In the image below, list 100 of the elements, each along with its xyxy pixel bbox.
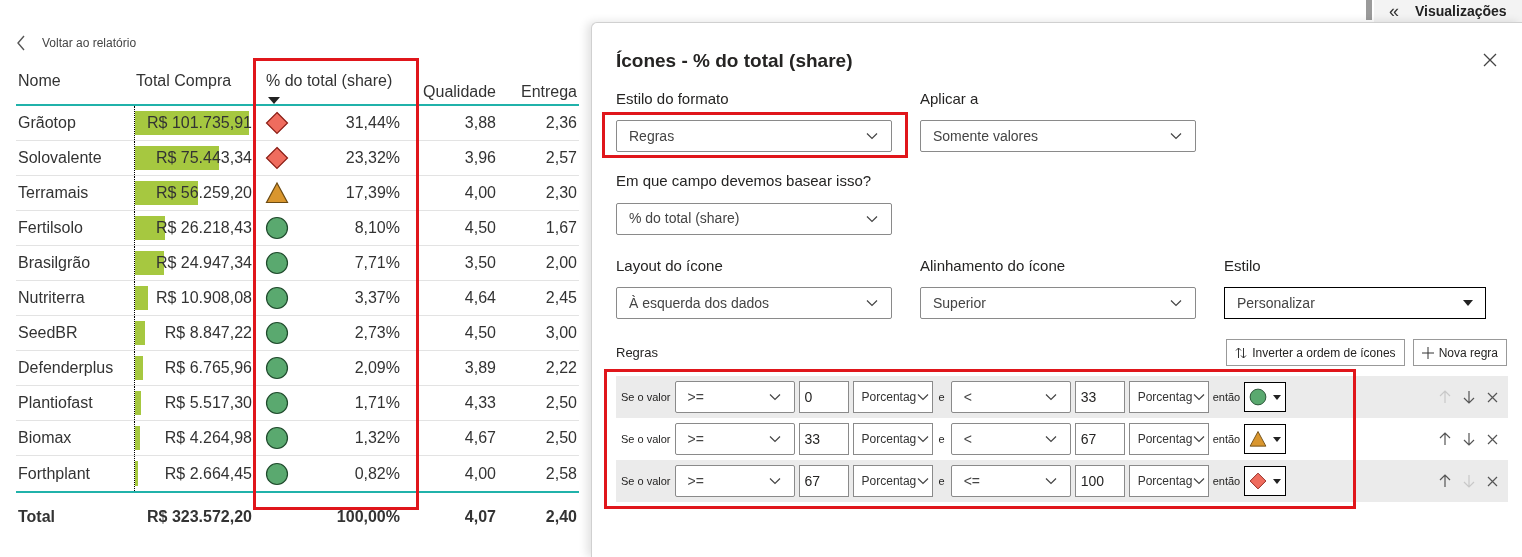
table-cell-text: 23,32% xyxy=(345,148,400,168)
icon-picker[interactable] xyxy=(1244,424,1287,454)
dropdown[interactable]: Porcentag xyxy=(1128,423,1209,455)
dropdown[interactable]: >= xyxy=(674,381,795,413)
move-down-icon[interactable] xyxy=(1463,432,1475,446)
delete-icon[interactable] xyxy=(1487,391,1498,403)
column-header[interactable]: Total Compra xyxy=(136,61,252,93)
table-cell-text: Solovalente xyxy=(17,148,103,168)
dropdown[interactable]: Somente valores xyxy=(920,120,1196,152)
total-cell-text: 4,07 xyxy=(463,507,496,527)
icon-picker[interactable] xyxy=(1244,466,1287,496)
pane-title: Visualizações xyxy=(1415,1,1507,21)
field-label: Aplicar a xyxy=(920,88,980,109)
dropdown[interactable]: < xyxy=(950,423,1071,455)
delete-icon[interactable] xyxy=(1487,433,1498,445)
table-cell-text: 2,36 xyxy=(544,113,578,133)
table-cell-text: Fertilsolo xyxy=(17,218,84,238)
rule-text: então xyxy=(1212,389,1241,405)
dropdown[interactable]: Porcentag xyxy=(852,465,933,497)
dropdown[interactable]: À esquerda dos dados xyxy=(616,287,892,319)
field-label: Em que campo devemos basear isso? xyxy=(616,171,873,191)
table-cell-text: 3,50 xyxy=(463,253,496,273)
table-cell-text: R$ 8.847,22 xyxy=(164,323,252,343)
table-cell-text: R$ 10.908,08 xyxy=(155,288,252,308)
table-cell-text: 7,71% xyxy=(354,253,400,273)
column-header[interactable]: Nome xyxy=(18,61,134,93)
dropdown[interactable]: Regras xyxy=(616,120,892,152)
total-cell-text: 100,00% xyxy=(335,507,401,527)
table-cell-text: Biomax xyxy=(17,428,73,448)
rule-text: e xyxy=(937,473,946,489)
rule-text: Se o valor xyxy=(621,473,671,489)
table-cell-text: 3,96 xyxy=(463,148,496,168)
rule-text: e xyxy=(937,389,946,405)
table-cell-text: 2,09% xyxy=(354,358,400,378)
column-header[interactable]: % do total (share) xyxy=(266,61,414,93)
column-header[interactable]: Entrega xyxy=(496,72,577,104)
table-cell-text: 2,57 xyxy=(544,148,578,168)
table-cell-text: 4,50 xyxy=(463,218,496,238)
back-link[interactable]: Voltar ao relatório xyxy=(16,33,580,53)
dropdown[interactable]: Porcentag xyxy=(1128,381,1209,413)
collapse-button[interactable]: « xyxy=(1389,2,1399,20)
table-cell-text: 2,73% xyxy=(354,323,400,343)
dropdown[interactable]: Personalizar xyxy=(1224,287,1486,319)
table-cell-text: Forthplant xyxy=(17,463,92,484)
move-up-icon[interactable] xyxy=(1439,474,1451,488)
dropdown[interactable]: % do total (share) xyxy=(616,202,892,235)
dropdown[interactable]: >= xyxy=(674,465,795,497)
table-cell-text: 3,37% xyxy=(354,288,400,308)
rule-text: Se o valor xyxy=(621,431,671,447)
value-field[interactable]: 33 xyxy=(1074,381,1125,413)
table-cell-text: R$ 4.264,98 xyxy=(164,428,252,448)
table-cell-text: 3,88 xyxy=(463,113,496,133)
dropdown[interactable]: Porcentag xyxy=(852,423,933,455)
table-cell-text: R$ 5.517,30 xyxy=(164,393,252,413)
sort-arrows-icon xyxy=(1235,346,1248,359)
table-cell-text: Defenderplus xyxy=(17,358,115,378)
dropdown[interactable]: < xyxy=(950,381,1071,413)
table-cell-text: 4,64 xyxy=(463,288,496,308)
move-up-icon[interactable] xyxy=(1439,432,1451,446)
value-field[interactable]: 100 xyxy=(1074,465,1125,497)
table-cell-text: Grãotop xyxy=(17,113,77,133)
move-down-icon[interactable] xyxy=(1463,390,1475,404)
table-cell-text: 4,67 xyxy=(463,428,496,448)
table-cell-text: 4,33 xyxy=(463,393,496,413)
sort-descending-icon xyxy=(268,97,280,104)
dropdown[interactable]: >= xyxy=(674,423,795,455)
value-field[interactable]: 67 xyxy=(1074,423,1125,455)
dropdown[interactable]: <= xyxy=(950,465,1071,497)
section-label: Regras xyxy=(616,343,658,362)
table-cell-text: 8,10% xyxy=(354,218,400,238)
dropdown[interactable]: Porcentag xyxy=(852,381,933,413)
value-field[interactable]: 0 xyxy=(798,381,849,413)
table-cell-text: 3,00 xyxy=(544,323,578,343)
value-field[interactable]: 67 xyxy=(798,465,849,497)
new-rule-button[interactable]: Nova regra xyxy=(1412,339,1507,366)
column-header[interactable]: Qualidade xyxy=(414,72,496,104)
table-cell-text: 4,50 xyxy=(463,323,496,343)
table-cell-text: 2,50 xyxy=(544,393,578,413)
field-label: Estilo do formato xyxy=(616,88,730,109)
table-cell-text: 17,39% xyxy=(345,183,400,203)
dropdown[interactable]: Porcentag xyxy=(1128,465,1209,497)
total-cell-text: R$ 323.572,20 xyxy=(146,507,252,527)
scroll-bar[interactable] xyxy=(1366,0,1372,20)
table-cell-text: 2,00 xyxy=(544,253,578,273)
total-label: Total xyxy=(17,507,57,527)
value-field[interactable]: 33 xyxy=(798,423,849,455)
table-cell-text: 4,00 xyxy=(463,463,496,484)
table-cell-text: 0,82% xyxy=(354,463,400,484)
delete-icon[interactable] xyxy=(1487,475,1498,487)
table-cell-text: 2,22 xyxy=(544,358,578,378)
field-label: Layout do ícone xyxy=(616,255,724,276)
table-cell-text: 1,71% xyxy=(354,393,400,413)
reverse-order-button[interactable]: Inverter a ordem de ícones xyxy=(1226,339,1405,366)
icon-picker[interactable] xyxy=(1244,382,1287,412)
rule-text: e xyxy=(937,431,946,447)
dropdown[interactable]: Superior xyxy=(920,287,1196,319)
close-icon[interactable] xyxy=(1483,53,1497,67)
table-cell-text: 2,58 xyxy=(544,463,578,484)
table-cell-text: 2,45 xyxy=(544,288,578,308)
table-cell-text: 2,30 xyxy=(544,183,578,203)
